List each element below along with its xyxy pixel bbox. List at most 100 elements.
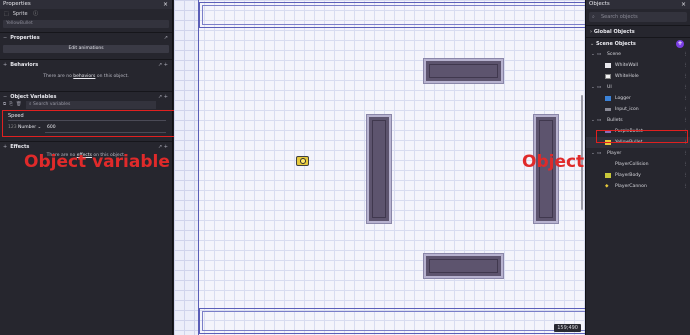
section-properties[interactable]: − Properties ↗ <box>0 32 172 42</box>
more-icon[interactable]: ⋮ <box>683 104 688 115</box>
more-icon[interactable]: ⋮ <box>683 148 688 159</box>
object-item-playercollision[interactable]: PlayerCollision ⋮ <box>586 159 690 170</box>
folder-player[interactable]: ⌄ ▭ Player ⋮ <box>586 148 690 159</box>
folder-scene[interactable]: ⌄ ▭ Scene ⋮ <box>586 49 690 60</box>
folder-bullets[interactable]: ⌄ ▭ Bullets ⋮ <box>586 115 690 126</box>
object-variable-callout: Object variable <box>24 152 170 172</box>
object-label: WhiteHole <box>615 74 639 79</box>
player-cannon-icon: ◆ <box>605 184 609 189</box>
global-objects-label: Global Objects <box>593 29 635 35</box>
more-icon[interactable]: ⋮ <box>683 49 688 60</box>
behaviors-link[interactable]: behaviors <box>73 74 95 79</box>
object-name-field[interactable]: YellowBullet <box>3 20 169 28</box>
object-label: PlayerCollision <box>615 162 649 167</box>
open-external-icon[interactable]: ↗ + <box>158 142 168 152</box>
behaviors-empty-pre: There are no <box>43 74 74 79</box>
folder-icon: ▭ <box>597 52 602 57</box>
object-item-whitehole[interactable]: WhiteHole ⋮ <box>586 71 690 82</box>
section-behaviors-label: Behaviors <box>10 62 39 68</box>
object-callout: Object <box>522 152 585 172</box>
object-label: Input_icon <box>615 107 639 112</box>
open-external-icon[interactable]: ↗ <box>164 33 168 43</box>
section-object-variables[interactable]: − Object Variables ↗ + <box>0 91 172 101</box>
more-icon[interactable]: ⋮ <box>683 82 688 93</box>
behaviors-empty-message: There are no behaviors on this object. <box>0 69 172 91</box>
text-object-icon <box>605 96 611 101</box>
left-boundary-wall <box>174 0 199 335</box>
more-icon[interactable]: ⋮ <box>683 181 688 192</box>
more-icon[interactable]: ⋮ <box>683 60 688 71</box>
variables-toolbar: ⧉ ⎘ 🗑 ⌕ Search variables <box>0 101 172 109</box>
section-effects-label: Effects <box>10 144 30 150</box>
object-item-logger[interactable]: Logger ⋮ <box>586 93 690 104</box>
player-body-icon <box>605 173 611 178</box>
open-external-icon[interactable]: ↗ + <box>158 92 168 102</box>
more-icon[interactable]: ⋮ <box>683 159 688 170</box>
more-icon[interactable]: ⋮ <box>683 170 688 181</box>
object-label: WhiteWall <box>615 63 638 68</box>
expand-icon[interactable]: + <box>3 144 7 150</box>
global-objects-group[interactable]: › Global Objects <box>586 25 690 37</box>
cursor-coordinates: 159;490 <box>554 324 581 332</box>
white-wall-top[interactable] <box>424 59 503 83</box>
section-properties-label: Properties <box>10 35 40 41</box>
object-kind-label: Sprite <box>12 11 28 17</box>
wall-inner <box>372 120 386 218</box>
more-icon[interactable]: ⋮ <box>683 71 688 82</box>
folder-label: Player <box>607 151 622 156</box>
scene-objects-group[interactable]: ⌄ Scene Objects + <box>586 37 690 49</box>
collapse-icon[interactable]: − <box>3 35 7 41</box>
objects-search-input[interactable]: ⌕ Search objects <box>589 12 687 22</box>
object-item-input-icon[interactable]: Input_icon ⋮ <box>586 104 690 115</box>
sprite-icon: ⬚ <box>4 11 9 17</box>
scene-objects-label: Scene Objects <box>595 41 636 47</box>
yellow-bullet-instance[interactable] <box>296 156 309 166</box>
object-item-whitewall[interactable]: WhiteWall ⋮ <box>586 60 690 71</box>
open-external-icon[interactable]: ↗ + <box>158 60 168 70</box>
help-icon[interactable]: ⓘ <box>33 11 38 17</box>
variable-highlight-box <box>2 110 176 137</box>
white-wall-bottom[interactable] <box>424 254 503 278</box>
objects-search-placeholder: Search objects <box>601 14 638 20</box>
edit-animations-button[interactable]: Edit animations <box>3 45 169 53</box>
folder-label: UI <box>607 85 612 90</box>
white-wall-icon <box>605 63 611 68</box>
delete-icon[interactable]: 🗑 <box>16 102 22 107</box>
copy-icon[interactable]: ⧉ <box>3 102 6 107</box>
wall-inner <box>202 5 585 25</box>
object-kind-row: ⬚ Sprite ⓘ <box>0 9 172 20</box>
section-effects[interactable]: + Effects ↗ + <box>0 141 172 151</box>
properties-title-text: Properties <box>3 1 31 7</box>
input-icon <box>605 108 611 111</box>
paste-icon[interactable]: ⎘ <box>9 102 13 107</box>
section-behaviors[interactable]: + Behaviors ↗ + <box>0 59 172 69</box>
more-icon[interactable]: ⋮ <box>683 115 688 126</box>
variables-search-input[interactable]: ⌕ Search variables <box>25 101 156 109</box>
close-icon[interactable]: × <box>681 0 686 9</box>
behaviors-empty-post: on this object. <box>95 74 129 79</box>
close-icon[interactable]: × <box>163 0 168 9</box>
white-hole-icon <box>605 74 611 79</box>
add-object-button[interactable]: + <box>676 40 684 48</box>
more-icon[interactable]: ⋮ <box>683 93 688 104</box>
search-icon: ⌕ <box>592 14 595 20</box>
expand-icon[interactable]: + <box>3 62 7 68</box>
objects-panel-title: Objects × <box>586 0 690 9</box>
wall-inner <box>202 311 585 331</box>
collapse-icon[interactable]: − <box>3 94 7 100</box>
object-item-playercannon[interactable]: ◆ PlayerCannon ⋮ <box>586 181 690 192</box>
folder-icon: ▭ <box>597 85 602 90</box>
white-wall-left[interactable] <box>367 115 391 223</box>
top-boundary-wall <box>199 2 585 28</box>
bottom-boundary-wall <box>199 308 585 334</box>
bullet-core <box>300 158 306 164</box>
wall-inner <box>429 259 498 273</box>
wall-inner <box>429 64 498 78</box>
chevron-down-icon: ⌄ <box>591 151 595 156</box>
chevron-down-icon: ⌄ <box>591 118 595 123</box>
object-item-playerbody[interactable]: PlayerBody ⋮ <box>586 170 690 181</box>
folder-ui[interactable]: ⌄ ▭ UI ⋮ <box>586 82 690 93</box>
object-label: PlayerBody <box>615 173 641 178</box>
object-label: Logger <box>615 96 631 101</box>
folder-icon: ▭ <box>597 118 602 123</box>
